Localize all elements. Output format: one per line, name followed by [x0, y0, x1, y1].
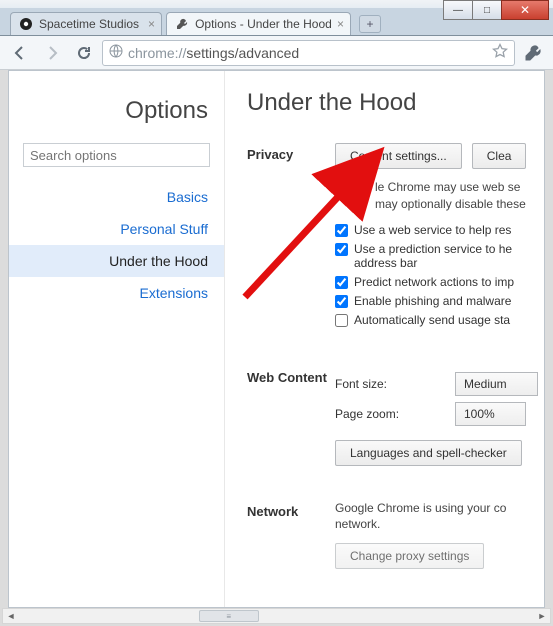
- window-minimize-button[interactable]: —: [443, 0, 473, 20]
- horizontal-scrollbar[interactable]: ◄ ≡ ►: [2, 608, 551, 624]
- main-panel: Under the Hood Privacy Content settings.…: [225, 71, 544, 607]
- checkbox-prediction-service[interactable]: Use a prediction service to he address b…: [335, 242, 544, 270]
- section-web-content: Web Content Font size: Medium Page zoom:…: [247, 366, 544, 466]
- languages-spellchecker-button[interactable]: Languages and spell-checker: [335, 440, 522, 466]
- section-privacy: Privacy Content settings... Clea le Chro…: [247, 143, 544, 332]
- font-size-label: Font size:: [335, 377, 455, 391]
- page-title: Under the Hood: [247, 89, 544, 117]
- back-button[interactable]: [6, 40, 34, 66]
- checkbox-input[interactable]: [335, 276, 348, 289]
- tab-options-under-the-hood[interactable]: Options - Under the Hood ×: [166, 12, 351, 35]
- checkbox-input[interactable]: [335, 224, 348, 237]
- tab-close-icon[interactable]: ×: [148, 17, 155, 31]
- section-label-web-content: Web Content: [247, 366, 335, 466]
- scroll-left-icon[interactable]: ◄: [3, 609, 19, 623]
- network-description: Google Chrome is using your co network.: [335, 500, 544, 534]
- page-zoom-label: Page zoom:: [335, 407, 455, 421]
- tab-spacetime-studios[interactable]: Spacetime Studios ×: [10, 12, 162, 35]
- section-label-network: Network: [247, 500, 335, 570]
- window-maximize-button[interactable]: □: [472, 0, 502, 20]
- forward-button[interactable]: [38, 40, 66, 66]
- checkbox-input[interactable]: [335, 243, 348, 256]
- checkbox-label: Predict network actions to imp: [354, 275, 514, 289]
- checkbox-input[interactable]: [335, 295, 348, 308]
- reload-button[interactable]: [70, 40, 98, 66]
- new-tab-button[interactable]: +: [359, 15, 381, 33]
- favicon-wrench-icon: [175, 17, 189, 31]
- checkbox-input[interactable]: [335, 314, 348, 327]
- page-zoom-select[interactable]: 100%: [455, 402, 526, 426]
- nav-item-extensions[interactable]: Extensions: [9, 277, 224, 309]
- privacy-description: le Chrome may use web se may optionally …: [335, 179, 544, 213]
- scroll-track[interactable]: ≡: [19, 609, 534, 623]
- checkbox-web-service-resolve[interactable]: Use a web service to help res: [335, 223, 544, 237]
- scroll-right-icon[interactable]: ►: [534, 609, 550, 623]
- checkbox-label: Enable phishing and malware: [354, 294, 511, 308]
- nav-item-basics[interactable]: Basics: [9, 181, 224, 213]
- window-close-button[interactable]: ✕: [501, 0, 549, 20]
- section-network: Network Google Chrome is using your co n…: [247, 500, 544, 570]
- font-size-select[interactable]: Medium: [455, 372, 538, 396]
- omnibox[interactable]: chrome://settings/advanced: [102, 40, 515, 66]
- content-area: Options Basics Personal Stuff Under the …: [8, 70, 545, 608]
- tab-close-icon[interactable]: ×: [337, 17, 344, 31]
- nav-list: Basics Personal Stuff Under the Hood Ext…: [9, 181, 224, 309]
- nav-item-personal-stuff[interactable]: Personal Stuff: [9, 213, 224, 245]
- tab-label: Options - Under the Hood: [195, 17, 332, 31]
- url-host: settings: [186, 45, 234, 61]
- checkbox-label: Automatically send usage sta: [354, 313, 510, 327]
- scroll-thumb[interactable]: ≡: [199, 610, 259, 622]
- checkbox-phishing-malware[interactable]: Enable phishing and malware: [335, 294, 544, 308]
- url-scheme: chrome://: [128, 45, 186, 61]
- checkbox-predict-network[interactable]: Predict network actions to imp: [335, 275, 544, 289]
- content-settings-button[interactable]: Content settings...: [335, 143, 462, 169]
- sidebar: Options Basics Personal Stuff Under the …: [9, 71, 225, 607]
- nav-item-under-the-hood[interactable]: Under the Hood: [9, 245, 224, 277]
- sidebar-title: Options: [9, 89, 208, 143]
- globe-icon: [109, 44, 123, 61]
- change-proxy-settings-button[interactable]: Change proxy settings: [335, 543, 484, 569]
- favicon-spacetime: [19, 17, 33, 31]
- toolbar: chrome://settings/advanced: [0, 36, 553, 70]
- section-label-privacy: Privacy: [247, 143, 335, 332]
- checkbox-label: Use a prediction service to he address b…: [354, 242, 512, 270]
- search-options-input[interactable]: [23, 143, 210, 167]
- bookmark-star-icon[interactable]: [492, 43, 508, 62]
- checkbox-usage-stats[interactable]: Automatically send usage sta: [335, 313, 544, 327]
- url-path: /advanced: [235, 45, 300, 61]
- tab-label: Spacetime Studios: [39, 17, 139, 31]
- wrench-menu-button[interactable]: [519, 40, 547, 66]
- clear-browsing-data-button[interactable]: Clea: [472, 143, 527, 169]
- checkbox-label: Use a web service to help res: [354, 223, 511, 237]
